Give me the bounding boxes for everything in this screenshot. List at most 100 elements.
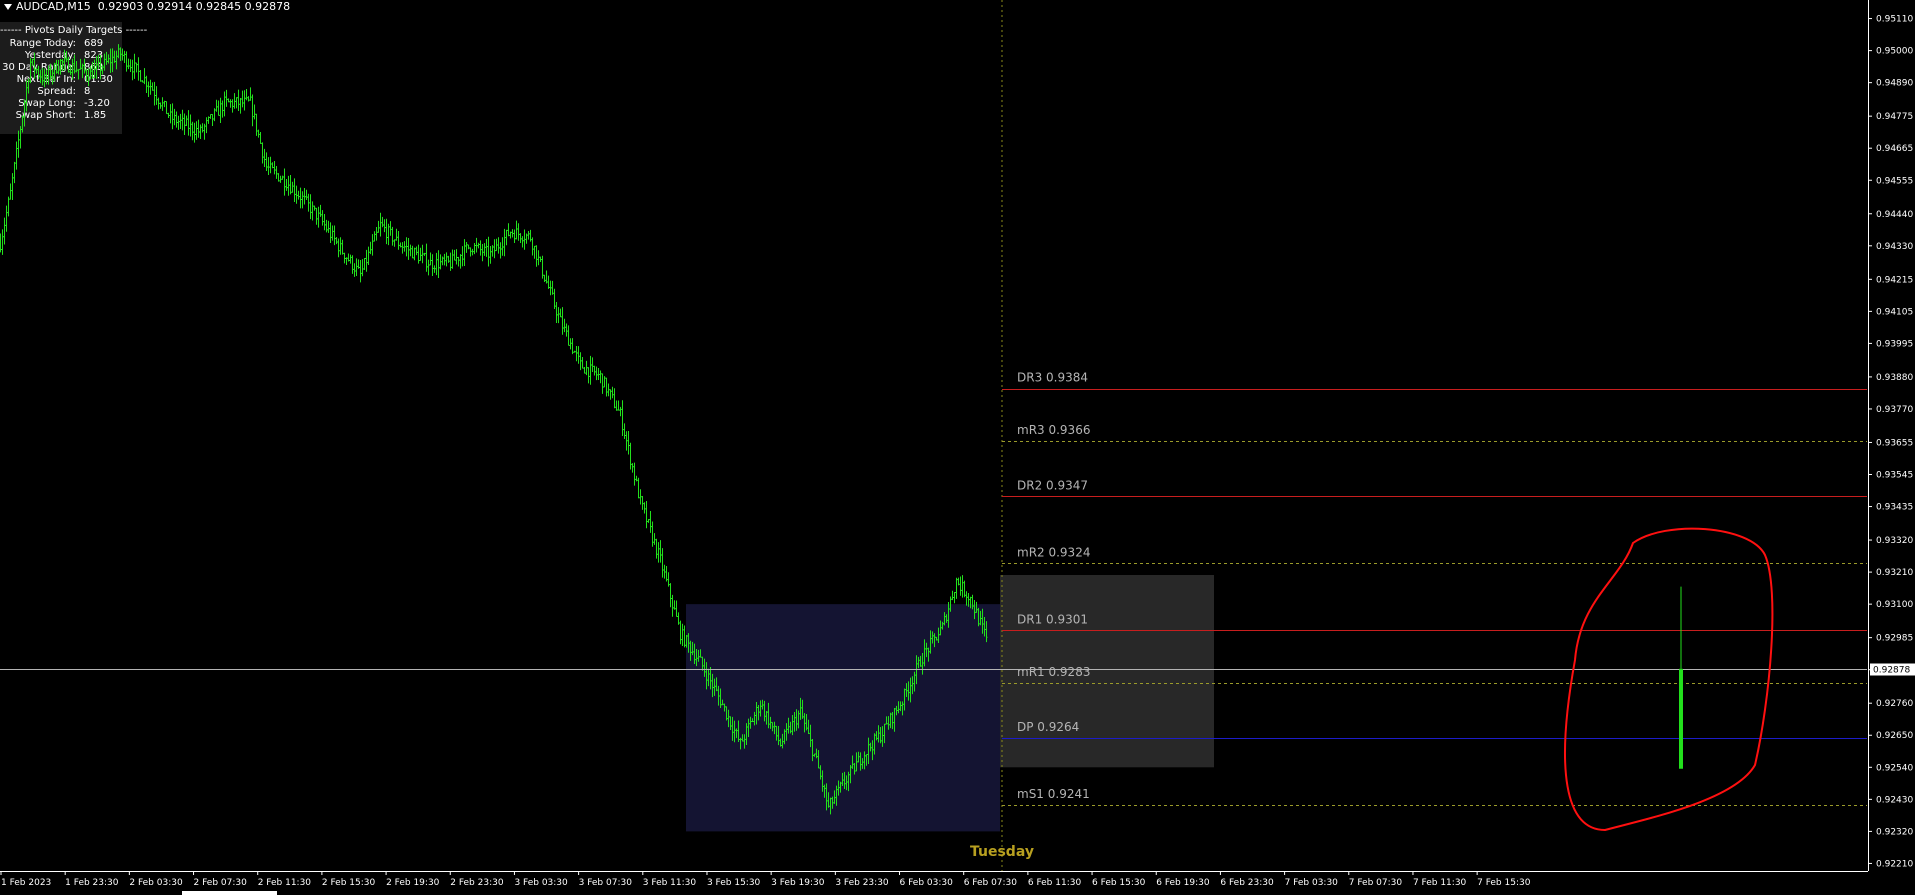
ohlc-bar [351, 255, 354, 274]
ohlc-bar [249, 87, 252, 101]
ohlc-bar [15, 141, 18, 170]
ohlc-bar [609, 389, 612, 400]
ohlc-bar [331, 225, 334, 241]
ohlc-bar [371, 234, 374, 256]
ohlc-bar [173, 108, 176, 126]
ohlc-bar [667, 572, 670, 587]
ohlc-bar [615, 400, 618, 411]
ohlc-bar [39, 69, 42, 84]
ohlc-bar [487, 236, 490, 267]
ohlc-bar [431, 254, 434, 276]
price-tick-label: 0.92320 [1876, 827, 1913, 837]
price-tick-label: 0.93435 [1876, 503, 1913, 513]
ohlc-bar [297, 190, 300, 200]
price-tick-label: 0.92760 [1876, 699, 1913, 709]
ohlc-bar [441, 256, 444, 266]
ohlc-bar [577, 346, 580, 364]
ohlc-bar [205, 117, 208, 134]
ohlc-bar [77, 68, 80, 80]
ohlc-bar [665, 566, 668, 582]
ohlc-bar [377, 220, 380, 233]
ohlc-bar [109, 48, 112, 73]
ohlc-bar [57, 59, 60, 75]
ohlc-bar [545, 270, 548, 284]
price-tick-label: 0.94330 [1876, 242, 1913, 252]
ohlc-bar [433, 265, 436, 273]
ohlc-bar [541, 255, 544, 279]
ohlc-bar [401, 242, 404, 254]
ohlc-bar [233, 93, 236, 109]
ohlc-bar [527, 230, 530, 240]
ohlc-bar [423, 252, 426, 256]
pivot-label-dr1: DR1 0.9301 [1017, 612, 1088, 626]
ohlc-bar [397, 231, 400, 250]
ohlc-bar [89, 66, 92, 80]
ohlc-bar [229, 99, 232, 108]
ohlc-bar [597, 367, 600, 381]
ohlc-bar [671, 594, 674, 617]
ohlc-bar [489, 245, 492, 264]
ohlc-bar [47, 65, 50, 85]
price-tick-label: 0.92985 [1876, 634, 1913, 644]
ohlc-bar [959, 576, 962, 596]
chart-scroll-thumb[interactable] [182, 891, 277, 895]
ohlc-bar [473, 243, 476, 255]
ohlc-bar [213, 108, 216, 122]
hand-drawn-circle-annotation [1564, 527, 1774, 832]
ohlc-bar [177, 115, 180, 130]
ohlc-bar [223, 91, 226, 117]
ohlc-bar [379, 212, 382, 237]
ohlc-bar [479, 240, 482, 256]
ohlc-bar [573, 350, 576, 353]
ohlc-bar [459, 254, 462, 269]
price-tick-label: 0.95110 [1876, 15, 1913, 25]
ohlc-bar [457, 256, 460, 267]
ohlc-bar [491, 245, 494, 257]
ohlc-bar [673, 600, 676, 610]
ohlc-bar [413, 247, 416, 261]
time-tick-label: 2 Feb 03:30 [129, 878, 183, 888]
ohlc-bar [561, 307, 564, 335]
ohlc-bar [25, 80, 28, 112]
ohlc-bar [439, 254, 442, 270]
ohlc-bar [613, 388, 616, 409]
ohlc-bar [611, 386, 614, 399]
price-tick-label: 0.94105 [1876, 307, 1913, 317]
ohlc-bar [9, 183, 12, 200]
ohlc-bar [407, 237, 410, 260]
price-tick-label: 0.93880 [1876, 373, 1913, 383]
ohlc-bar [79, 58, 82, 70]
ohlc-bar [619, 406, 622, 417]
ohlc-bar [419, 247, 422, 262]
ohlc-bar [255, 113, 258, 136]
ohlc-bar [621, 400, 624, 436]
ohlc-bar [127, 58, 130, 70]
ohlc-bar [101, 64, 104, 75]
time-tick-label: 3 Feb 07:30 [579, 878, 633, 888]
ohlc-bar [145, 75, 148, 93]
ohlc-bar [571, 338, 574, 355]
ohlc-bar [607, 383, 610, 397]
ohlc-bar [965, 591, 968, 606]
ohlc-bar [221, 100, 224, 118]
ohlc-bar [267, 157, 270, 175]
ohlc-bar [585, 360, 588, 376]
pivot-label-dr2: DR2 0.9347 [1017, 478, 1088, 492]
ohlc-bar [257, 129, 260, 138]
ohlc-bar [649, 510, 652, 533]
ohlc-bar [253, 104, 256, 120]
ohlc-bar [663, 564, 666, 579]
time-tick-label: 6 Feb 11:30 [1028, 878, 1082, 888]
ohlc-bar [555, 302, 558, 323]
pivot-label-ms1: mS1 0.9241 [1017, 787, 1090, 801]
ohlc-bar [157, 97, 160, 110]
ohlc-bar [199, 124, 202, 139]
ohlc-bar [681, 623, 684, 646]
ohlc-bar [627, 431, 630, 455]
ohlc-bar [519, 233, 522, 244]
ohlc-bar [341, 239, 344, 255]
ohlc-bar [549, 280, 552, 296]
ohlc-bar [259, 132, 262, 144]
price-chart[interactable]: DR3 0.9384 mR3 0.9366 DR2 0.9347 mR2 0.9324… [0, 0, 1915, 895]
ohlc-bar [501, 237, 504, 256]
